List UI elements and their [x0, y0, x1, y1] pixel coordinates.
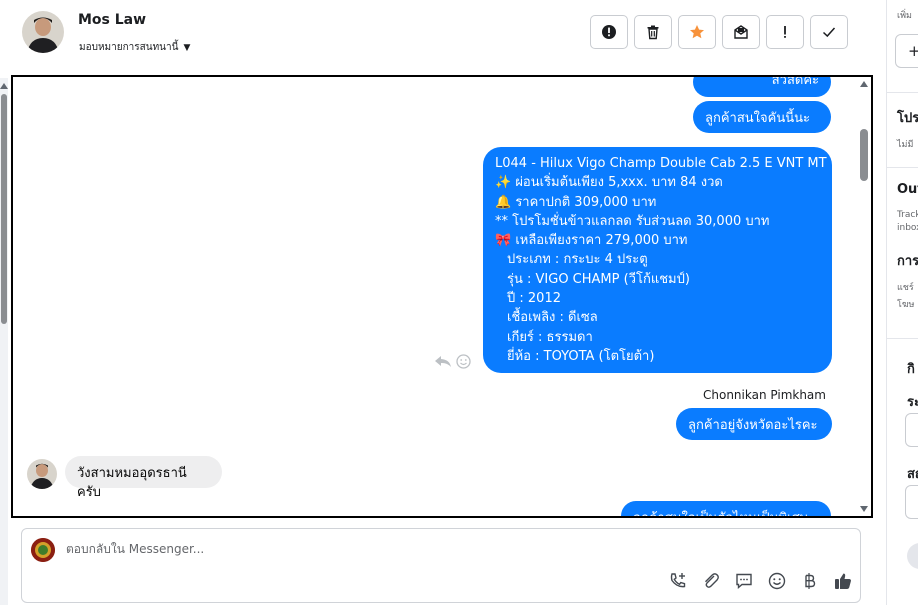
panel-divider — [887, 338, 918, 339]
panel-field-input[interactable] — [905, 413, 918, 447]
panel-text: Track — [897, 210, 918, 220]
assign-label: มอบหมายการสนทนานี้ — [79, 42, 179, 53]
spam-button[interactable] — [590, 15, 628, 49]
contact-name[interactable]: Mos Law — [78, 12, 146, 28]
follow-up-button[interactable] — [766, 15, 804, 49]
message-line: ✨ ผ่อนเริ่มต้นเพียง 5,xxx. บาท 84 งวด — [495, 175, 723, 191]
message-incoming[interactable]: วังสามหมออุดรธานีครับ — [65, 456, 222, 500]
assign-conversation-dropdown[interactable]: มอบหมายการสนทนานี้ ▼ — [79, 40, 190, 55]
trash-icon — [647, 25, 659, 40]
right-details-panel: เพิ่ม + โปร ไม่มี Out Track inbox การ แช… — [886, 0, 918, 605]
panel-field-input[interactable] — [905, 485, 918, 519]
panel-section-title: การ — [897, 254, 918, 269]
message-outgoing-car-details[interactable]: L044 - Hilux Vigo Champ Double Cab 2.5 E… — [483, 147, 832, 373]
message-line: เกียร์ : ธรรมดา — [507, 329, 593, 345]
scroll-down-arrow-icon[interactable] — [860, 506, 868, 512]
panel-section-title: Out — [897, 182, 918, 197]
plus-icon: + — [908, 42, 918, 60]
envelope-icon — [734, 25, 748, 39]
panel-text: แชร์ — [897, 283, 914, 293]
thumbs-up-icon[interactable] — [833, 571, 853, 591]
panel-divider — [887, 92, 918, 93]
scroll-up-arrow-icon[interactable] — [860, 81, 868, 87]
page-avatar — [31, 538, 55, 562]
message-outgoing[interactable]: ลูกค้าสนใจคันนี้นะคะ — [693, 101, 831, 145]
reply-toolbar — [668, 571, 853, 591]
react-emoji-icon[interactable] — [456, 353, 471, 369]
reply-box — [21, 528, 861, 603]
sender-name: Chonnikan Pimkham — [703, 388, 826, 402]
message-outgoing[interactable]: ลูกค้าสนใจเป็นตัวไหนเป็นพิเศษ — [621, 501, 831, 516]
scroll-up-arrow-icon[interactable] — [0, 83, 8, 89]
message-line: เชื้อเพลิง : ดีเซล — [507, 310, 598, 326]
star-icon — [690, 25, 704, 39]
reply-input[interactable] — [66, 542, 626, 556]
message-line: ยี่ห้อ : TOYOTA (โตโยต้า) — [507, 348, 655, 364]
message-thread[interactable]: สวัสดีคะ ลูกค้าสนใจคันนี้นะคะ L044 - Hil… — [11, 75, 873, 518]
page-scrollbar[interactable] — [0, 78, 8, 605]
message-line: ปี : 2012 — [507, 291, 561, 307]
panel-divider — [887, 167, 918, 168]
panel-text: inbox — [897, 223, 918, 233]
baht-icon[interactable] — [800, 571, 820, 591]
check-icon — [822, 27, 836, 38]
call-add-icon[interactable] — [668, 571, 688, 591]
exclamation-icon — [784, 26, 786, 38]
panel-text: เพิ่ม — [897, 11, 912, 21]
message-line: 🎀 เหลือเพียงราคา 279,000 บาท — [495, 233, 688, 249]
message-line: ** โปรโมชั่นข้าวแลกลด รับส่วนลด 30,000 บ… — [495, 213, 770, 229]
panel-text: ไม่มี — [897, 140, 914, 150]
saved-replies-icon[interactable] — [734, 571, 754, 591]
panel-section-title: โปร — [897, 111, 918, 126]
contact-avatar-small — [27, 459, 57, 489]
star-button[interactable] — [678, 15, 716, 49]
emoji-icon[interactable] — [767, 571, 787, 591]
mark-unread-button[interactable] — [722, 15, 760, 49]
contact-avatar[interactable] — [22, 11, 64, 53]
message-line: L044 - Hilux Vigo Champ Double Cab 2.5 E… — [495, 156, 827, 171]
message-line: รุ่น : VIGO CHAMP (วีโก้แชมป์) — [507, 271, 690, 287]
message-outgoing[interactable]: สวัสดีคะ — [693, 77, 831, 97]
alert-circle-icon — [602, 25, 616, 39]
thread-scrollbar[interactable] — [857, 77, 871, 516]
reply-icon[interactable] — [434, 353, 452, 369]
panel-field-label: ระ — [907, 395, 918, 410]
message-tools — [434, 353, 471, 369]
panel-chip[interactable] — [907, 543, 918, 569]
panel-field-label: สถ — [907, 467, 918, 482]
panel-section-title: กิ — [907, 362, 915, 377]
delete-button[interactable] — [634, 15, 672, 49]
thread-scroll-thumb[interactable] — [860, 129, 868, 181]
add-button[interactable]: + — [895, 34, 918, 68]
attachment-icon[interactable] — [701, 571, 721, 591]
mark-done-button[interactable] — [810, 15, 848, 49]
conversation-header: Mos Law มอบหมายการสนทนานี้ ▼ — [0, 0, 885, 72]
conversation-actions — [590, 15, 848, 49]
caret-down-icon: ▼ — [183, 42, 191, 53]
message-line: ประเภท : กระบะ 4 ประตู — [507, 252, 648, 268]
panel-text: โฆษ — [897, 300, 915, 310]
message-line: 🔔 ราคาปกติ 309,000 บาท — [495, 194, 657, 210]
message-outgoing[interactable]: ลูกค้าอยู่จังหวัดอะไรคะ — [676, 408, 832, 440]
page-scroll-thumb[interactable] — [1, 94, 7, 324]
